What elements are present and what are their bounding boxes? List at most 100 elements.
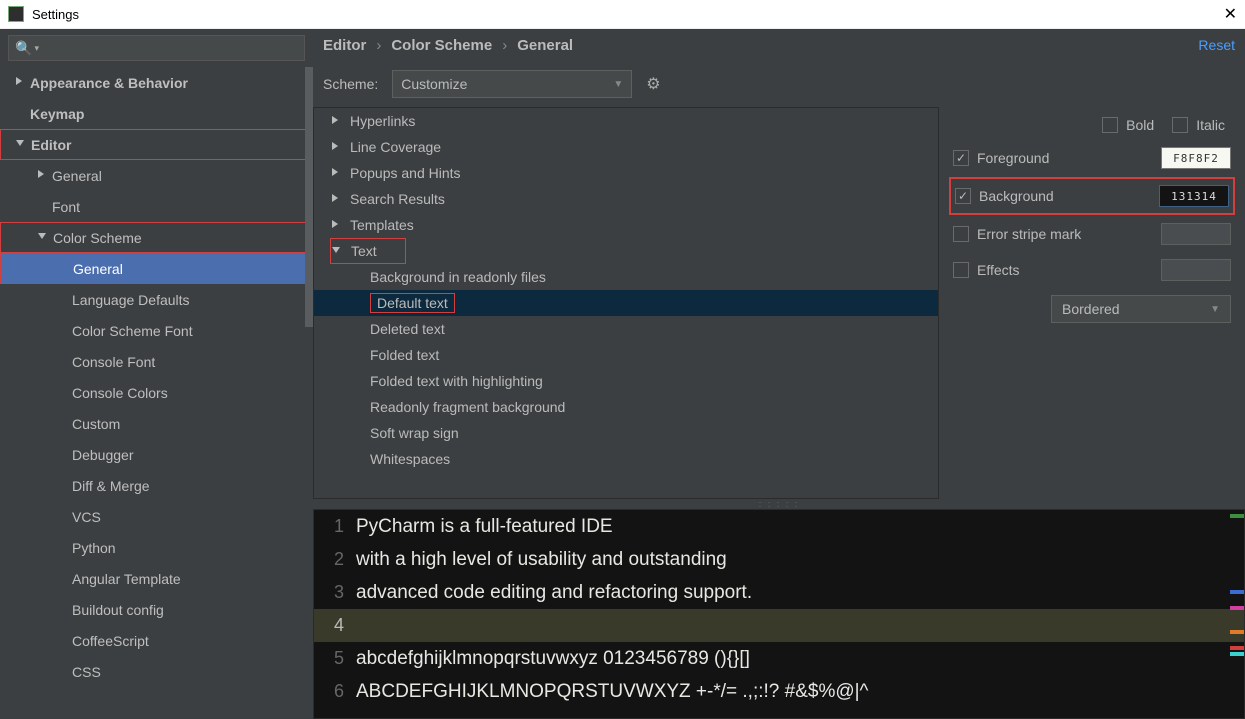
sidebar-item-vcs[interactable]: VCS (0, 501, 313, 532)
sidebar-item-editor[interactable]: Editor (0, 129, 313, 160)
background-label: Background (979, 188, 1054, 204)
sidebar-item-label: CSS (72, 664, 101, 680)
category-text-folded-text-with-highlighting[interactable]: Folded text with highlighting (314, 368, 938, 394)
stripe-checkbox[interactable] (953, 226, 969, 242)
scheme-select[interactable]: Customize ▼ (392, 70, 632, 98)
sidebar-item-keymap[interactable]: Keymap (0, 98, 313, 129)
sidebar-item-label: Color Scheme (53, 230, 142, 246)
category-hyperlinks[interactable]: Hyperlinks (314, 108, 938, 134)
sidebar-item-appearance-behavior[interactable]: Appearance & Behavior (0, 67, 313, 98)
category-label: Folded text (370, 347, 439, 363)
sidebar-item-general[interactable]: General (0, 253, 313, 284)
effects-type-select[interactable]: Bordered ▼ (1051, 295, 1231, 323)
foreground-color[interactable]: F8F8F2 (1161, 147, 1231, 169)
preview-text: with a high level of usability and outst… (356, 549, 727, 571)
category-templates[interactable]: Templates (314, 212, 938, 238)
attributes-panel: Bold Italic Foreground F8F8F2 (939, 107, 1245, 499)
preview-editor[interactable]: 1PyCharm is a full-featured IDE2with a h… (313, 509, 1245, 719)
preview-text: ABCDEFGHIJKLMNOPQRSTUVWXYZ +-*/= .,;:!? … (356, 681, 868, 703)
preview-text: advanced code editing and refactoring su… (356, 582, 752, 604)
sidebar-item-python[interactable]: Python (0, 532, 313, 563)
breadcrumb-colorscheme[interactable]: Color Scheme (391, 37, 492, 54)
sidebar-item-color-scheme-font[interactable]: Color Scheme Font (0, 315, 313, 346)
sidebar-item-label: Font (52, 199, 80, 215)
sidebar-item-font[interactable]: Font (0, 191, 313, 222)
category-label: Whitespaces (370, 451, 450, 467)
category-text-whitespaces[interactable]: Whitespaces (314, 446, 938, 472)
sidebar-item-buildout-config[interactable]: Buildout config (0, 594, 313, 625)
sidebar-item-label: Debugger (72, 447, 134, 463)
sidebar-item-label: CoffeeScript (72, 633, 149, 649)
sidebar-item-label: Language Defaults (72, 292, 190, 308)
sidebar-item-label: Custom (72, 416, 120, 432)
close-icon[interactable]: ✕ (1224, 4, 1237, 24)
foreground-checkbox[interactable] (953, 150, 969, 166)
category-panel: HyperlinksLine CoveragePopups and HintsS… (313, 107, 939, 499)
effects-checkbox[interactable] (953, 262, 969, 278)
sidebar-item-diff-merge[interactable]: Diff & Merge (0, 470, 313, 501)
sidebar-item-label: Buildout config (72, 602, 164, 618)
search-icon: 🔍 (15, 40, 32, 57)
settings-tree[interactable]: Appearance & BehaviorKeymap Editor General… (0, 67, 313, 719)
category-text-readonly-fragment-background[interactable]: Readonly fragment background (314, 394, 938, 420)
bold-checkbox[interactable] (1102, 117, 1118, 133)
chevron-right-icon: › (502, 37, 507, 54)
category-label: Deleted text (370, 321, 445, 337)
category-text-deleted-text[interactable]: Deleted text (314, 316, 938, 342)
sidebar-item-general[interactable]: General (0, 160, 313, 191)
sidebar-item-label: Python (72, 540, 116, 556)
search-input[interactable]: 🔍 ▾ (8, 35, 305, 61)
category-text-background-in-readonly-files[interactable]: Background in readonly files (314, 264, 938, 290)
reset-link[interactable]: Reset (1198, 37, 1235, 53)
sidebar-item-label: General (73, 261, 123, 277)
sidebar-item-label: Editor (31, 137, 71, 153)
category-label: Line Coverage (350, 139, 441, 155)
category-label: Folded text with highlighting (370, 373, 543, 389)
sidebar-item-console-font[interactable]: Console Font (0, 346, 313, 377)
preview-line: 5abcdefghijklmnopqrstuvwxyz 0123456789 (… (314, 642, 1244, 675)
category-list[interactable]: HyperlinksLine CoveragePopups and HintsS… (314, 108, 938, 498)
sidebar-item-label: Console Font (72, 354, 155, 370)
preview-text: abcdefghijklmnopqrstuvwxyz 0123456789 ()… (356, 648, 750, 670)
category-text-default-text[interactable]: Default text (314, 290, 938, 316)
preview-line: 4 (314, 609, 1244, 642)
sidebar-item-label: General (52, 168, 102, 184)
sidebar-item-language-defaults[interactable]: Language Defaults (0, 284, 313, 315)
preview-line: 2with a high level of usability and outs… (314, 543, 1244, 576)
category-search-results[interactable]: Search Results (314, 186, 938, 212)
gear-icon[interactable]: ⚙ (646, 74, 660, 94)
category-text-soft-wrap-sign[interactable]: Soft wrap sign (314, 420, 938, 446)
category-label: Readonly fragment background (370, 399, 565, 415)
category-text-folded-text[interactable]: Folded text (314, 342, 938, 368)
sidebar-item-debugger[interactable]: Debugger (0, 439, 313, 470)
italic-checkbox[interactable] (1172, 117, 1188, 133)
scheme-value: Customize (401, 76, 467, 92)
category-label: Background in readonly files (370, 269, 546, 285)
chevron-down-icon: ▾ (34, 43, 39, 54)
stripe-color[interactable] (1161, 223, 1231, 245)
titlebar: Settings ✕ (0, 0, 1245, 29)
preview-marker-gutter (1230, 510, 1244, 718)
sidebar-item-angular-template[interactable]: Angular Template (0, 563, 313, 594)
background-color[interactable]: 131314 (1159, 185, 1229, 207)
foreground-label: Foreground (977, 150, 1049, 166)
category-popups-and-hints[interactable]: Popups and Hints (314, 160, 938, 186)
scrollbar[interactable] (305, 67, 313, 327)
background-checkbox[interactable] (955, 188, 971, 204)
window-title: Settings (32, 7, 1224, 22)
bold-label: Bold (1126, 117, 1154, 133)
splitter-handle[interactable]: : : : : : (313, 499, 1245, 509)
sidebar-item-css[interactable]: CSS (0, 656, 313, 687)
effects-color[interactable] (1161, 259, 1231, 281)
category-text[interactable]: Text (330, 238, 406, 264)
sidebar-item-label: VCS (72, 509, 101, 525)
scheme-label: Scheme: (323, 76, 378, 92)
sidebar-item-coffeescript[interactable]: CoffeeScript (0, 625, 313, 656)
sidebar-item-console-colors[interactable]: Console Colors (0, 377, 313, 408)
breadcrumb-editor[interactable]: Editor (323, 37, 366, 54)
category-line-coverage[interactable]: Line Coverage (314, 134, 938, 160)
line-number: 1 (314, 516, 344, 537)
sidebar-item-color-scheme[interactable]: Color Scheme (0, 222, 313, 253)
sidebar-item-custom[interactable]: Custom (0, 408, 313, 439)
effects-label: Effects (977, 262, 1020, 278)
